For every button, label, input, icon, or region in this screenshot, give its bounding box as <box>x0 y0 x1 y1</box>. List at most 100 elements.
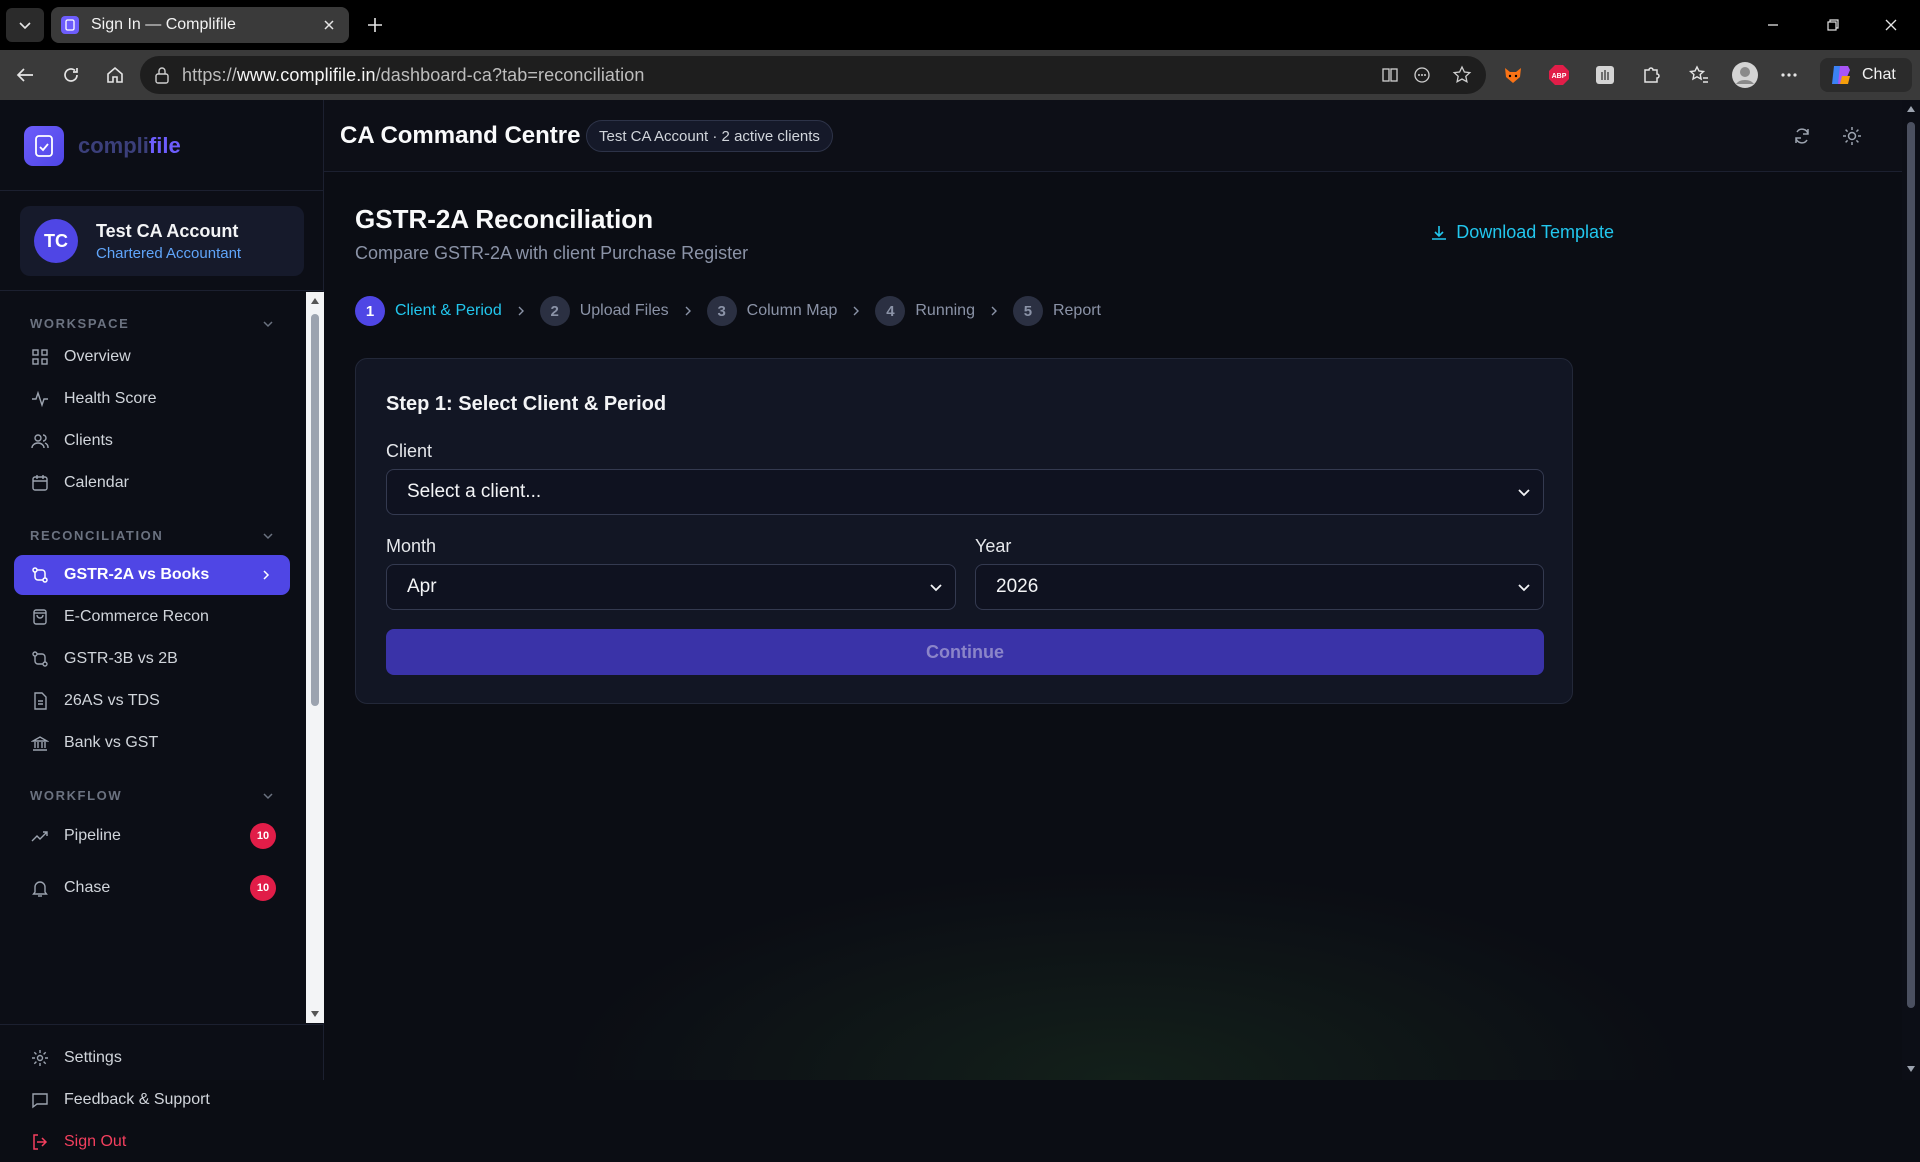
sidebar-item-bank-vs-gst[interactable]: Bank vs GST <box>14 723 290 763</box>
chevron-down-icon <box>263 320 273 327</box>
sidebar-item-sign-out[interactable]: Sign Out <box>14 1122 290 1162</box>
hand-extension-icon[interactable] <box>1592 62 1618 88</box>
minimize-icon[interactable] <box>1760 12 1786 38</box>
sidebar-item-health-score[interactable]: Health Score <box>14 379 290 419</box>
account-clients-pill: Test CA Account · 2 active clients <box>586 120 833 152</box>
reload-icon[interactable] <box>58 62 84 88</box>
divider <box>0 290 324 291</box>
users-icon <box>30 431 50 451</box>
close-window-icon[interactable] <box>1878 12 1904 38</box>
copilot-chat-button[interactable]: Chat <box>1820 58 1912 92</box>
sidebar-item-gstr-3b-vs-2b[interactable]: GSTR-3B vs 2B <box>14 639 290 679</box>
month-select[interactable]: Apr <box>386 564 956 610</box>
brand-logo-link[interactable]: complifile <box>24 126 181 166</box>
year-select[interactable]: 2026 <box>975 564 1544 610</box>
chevron-down-icon <box>263 792 273 799</box>
pipeline-count-badge: 10 <box>250 823 276 849</box>
tab-close-icon[interactable] <box>319 15 339 35</box>
scroll-down-arrow-icon[interactable] <box>1906 1064 1916 1074</box>
browser-tab-bar: Sign In — Complifile <box>0 0 1920 50</box>
step-report[interactable]: 5 Report <box>1012 296 1101 326</box>
step-upload-files[interactable]: 2 Upload Files <box>539 296 669 326</box>
download-template-link[interactable]: Download Template <box>1430 222 1614 243</box>
reader-mode-icon[interactable] <box>1412 65 1432 85</box>
sidebar-item-clients[interactable]: Clients <box>14 421 290 461</box>
step-running[interactable]: 4 Running <box>875 296 975 326</box>
sidebar-item-gstr-2a-vs-books[interactable]: GSTR-2A vs Books <box>14 555 290 595</box>
complifile-favicon-icon <box>61 16 79 34</box>
sidebar-item-chase[interactable]: Chase 10 <box>14 868 290 908</box>
favorite-star-icon[interactable] <box>1452 65 1472 85</box>
split-screen-icon[interactable] <box>1380 65 1400 85</box>
calendar-icon <box>30 473 50 493</box>
grid-icon <box>30 347 50 367</box>
sidebar-item-e-commerce-recon[interactable]: E-Commerce Recon <box>14 597 290 637</box>
avatar: TC <box>34 219 78 263</box>
continue-button[interactable]: Continue <box>386 629 1544 675</box>
new-tab-plus-icon[interactable] <box>362 12 388 38</box>
step-column-map[interactable]: 3 Column Map <box>706 296 837 326</box>
scroll-down-arrow-icon[interactable] <box>310 1009 320 1019</box>
sidebar-scroll-thumb[interactable] <box>311 314 319 706</box>
compare-icon <box>30 649 50 669</box>
section-subheading: Compare GSTR-2A with client Purchase Reg… <box>355 243 749 263</box>
sidebar-item-calendar[interactable]: Calendar <box>14 463 290 503</box>
restore-icon[interactable] <box>1820 12 1846 38</box>
account-role: Chartered Accountant <box>96 244 242 262</box>
main-content: CA Command Centre Test CA Account · 2 ac… <box>324 100 1902 1080</box>
bank-icon <box>30 733 50 753</box>
client-select[interactable]: Select a client... <box>386 469 1544 515</box>
sidebar-item-pipeline[interactable]: Pipeline 10 <box>14 816 290 856</box>
section-workflow-toggle[interactable]: WORKFLOW <box>30 788 274 803</box>
fox-extension-icon[interactable] <box>1500 62 1526 88</box>
address-bar[interactable]: https://www.complifile.in/dashboard-ca?t… <box>140 56 1486 94</box>
client-label: Client <box>386 441 433 461</box>
chevron-down-icon <box>263 532 273 539</box>
tab-list-button[interactable] <box>6 8 44 42</box>
select-client-period-card: Step 1: Select Client & Period Client Se… <box>355 358 1573 704</box>
chase-count-badge: 10 <box>250 875 276 901</box>
extensions-puzzle-icon[interactable] <box>1638 62 1664 88</box>
sidebar-item-overview[interactable]: Overview <box>14 337 290 377</box>
home-icon[interactable] <box>102 62 128 88</box>
sidebar-item-settings[interactable]: Settings <box>14 1038 290 1078</box>
theme-sun-icon[interactable] <box>1840 124 1864 148</box>
refresh-icon[interactable] <box>1790 124 1814 148</box>
copilot-icon <box>1832 66 1850 84</box>
chevron-down-icon <box>1518 584 1530 592</box>
page-scroll-thumb[interactable] <box>1907 122 1915 1008</box>
message-icon <box>30 1090 50 1110</box>
sidebar: complifile TC Test CA Account Chartered … <box>0 100 324 1150</box>
back-arrow-icon[interactable] <box>12 62 38 88</box>
step-client-period[interactable]: 1 Client & Period <box>355 296 502 326</box>
svg-text:ABP: ABP <box>1552 73 1567 80</box>
more-options-icon[interactable] <box>1776 62 1802 88</box>
browser-tab-active[interactable]: Sign In — Complifile <box>51 7 349 43</box>
page-title: CA Command Centre <box>340 122 581 149</box>
compare-icon <box>30 565 50 585</box>
chevron-right-icon <box>989 305 999 317</box>
chevron-right-icon <box>516 305 526 317</box>
trend-icon <box>30 826 50 846</box>
chevron-down-icon <box>19 22 31 30</box>
wizard-stepper: 1 Client & Period 2 Upload Files 3 Colum… <box>355 296 1101 326</box>
account-card[interactable]: TC Test CA Account Chartered Accountant <box>20 206 304 276</box>
url-text: https://www.complifile.in/dashboard-ca?t… <box>182 64 645 85</box>
scroll-up-arrow-icon[interactable] <box>1906 104 1916 114</box>
page-scrollbar[interactable] <box>1902 100 1920 1080</box>
favorites-icon[interactable] <box>1686 62 1712 88</box>
sidebar-scrollbar[interactable] <box>306 292 324 1023</box>
section-workspace-toggle[interactable]: WORKSPACE <box>30 316 274 331</box>
divider <box>0 1024 324 1025</box>
logout-icon <box>30 1132 50 1152</box>
chevron-right-icon <box>851 305 861 317</box>
sidebar-item-feedback-support[interactable]: Feedback & Support <box>14 1080 290 1120</box>
chevron-down-icon <box>930 584 942 592</box>
scroll-up-arrow-icon[interactable] <box>310 296 320 306</box>
adblock-extension-icon[interactable]: ABP <box>1546 62 1572 88</box>
sidebar-item-26as-vs-tds[interactable]: 26AS vs TDS <box>14 681 290 721</box>
cart-icon <box>30 607 50 627</box>
profile-avatar-icon[interactable] <box>1730 60 1760 90</box>
section-reconciliation-toggle[interactable]: RECONCILIATION <box>30 528 274 543</box>
brand-name: complifile <box>78 133 181 158</box>
